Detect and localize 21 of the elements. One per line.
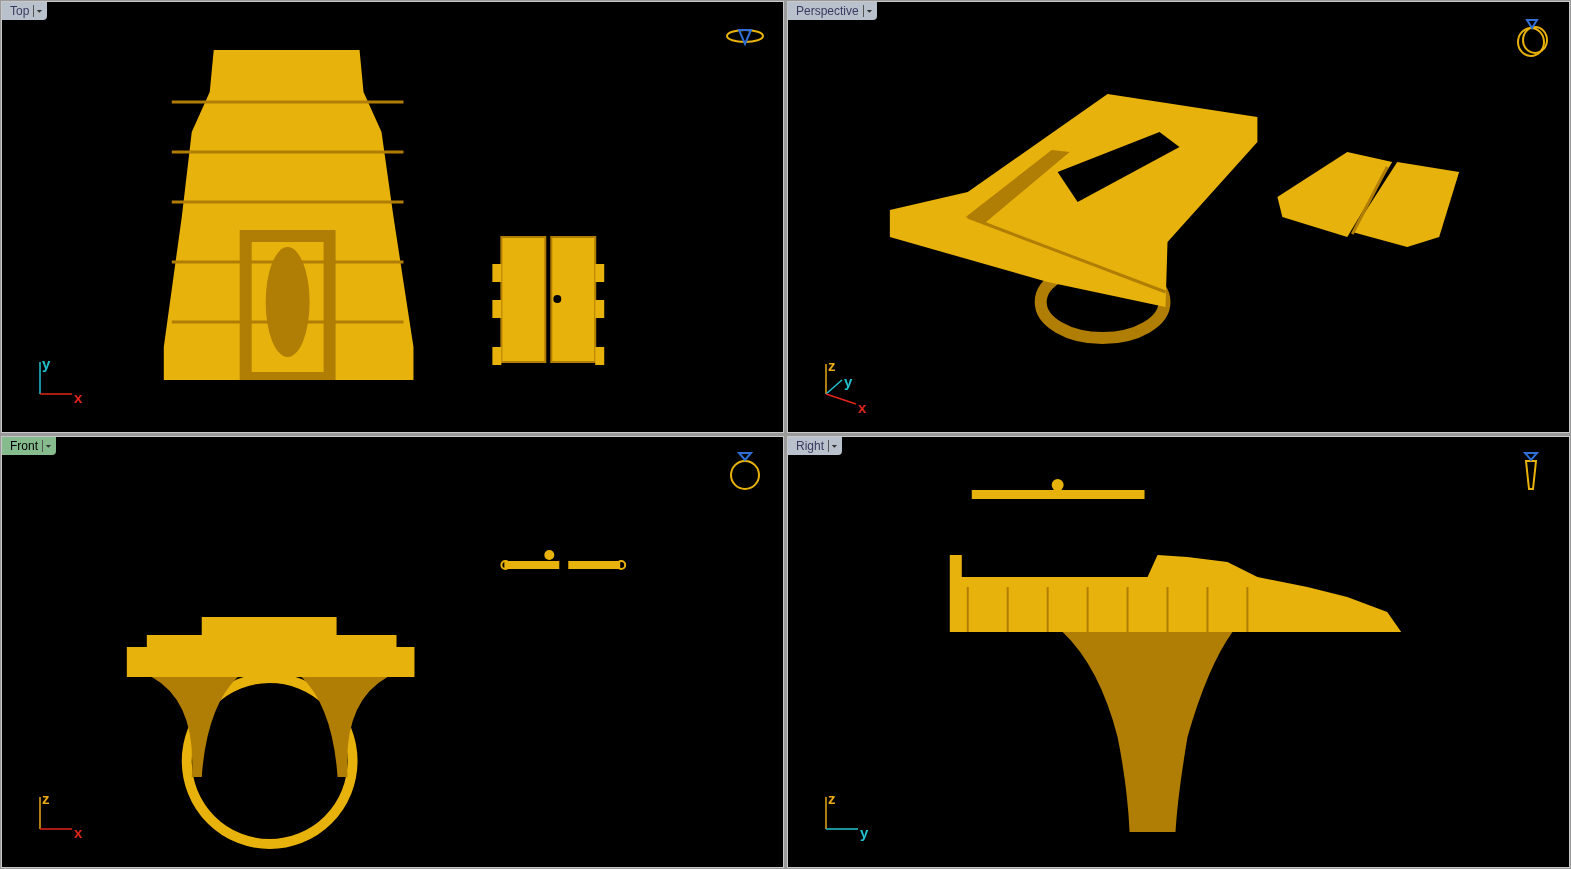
axis-label: x: [74, 390, 83, 405]
viewport[interactable]: Right z y: [787, 436, 1570, 868]
viewport-tab[interactable]: Top: [2, 2, 48, 20]
viewport[interactable]: Top y x: [1, 1, 784, 433]
viewport-tab[interactable]: Perspective: [788, 2, 877, 20]
axis-label: x: [858, 400, 867, 415]
viewport[interactable]: Perspective z y x: [787, 1, 1570, 433]
axis-label: y: [860, 825, 869, 840]
viewport-tab[interactable]: Right: [788, 437, 842, 455]
axis-label: x: [74, 825, 83, 840]
caret-icon: [42, 440, 52, 452]
caret-icon: [862, 5, 873, 17]
axis-label: z: [828, 791, 836, 806]
axis-label: z: [828, 358, 836, 373]
caret-icon: [33, 5, 44, 17]
viewport-tab[interactable]: Front: [2, 437, 56, 455]
axis-label: y: [844, 374, 853, 389]
caret-icon: [828, 440, 838, 452]
axis-label: y: [42, 356, 51, 371]
axis-label: z: [42, 791, 50, 806]
viewport[interactable]: Front z x: [1, 436, 784, 868]
